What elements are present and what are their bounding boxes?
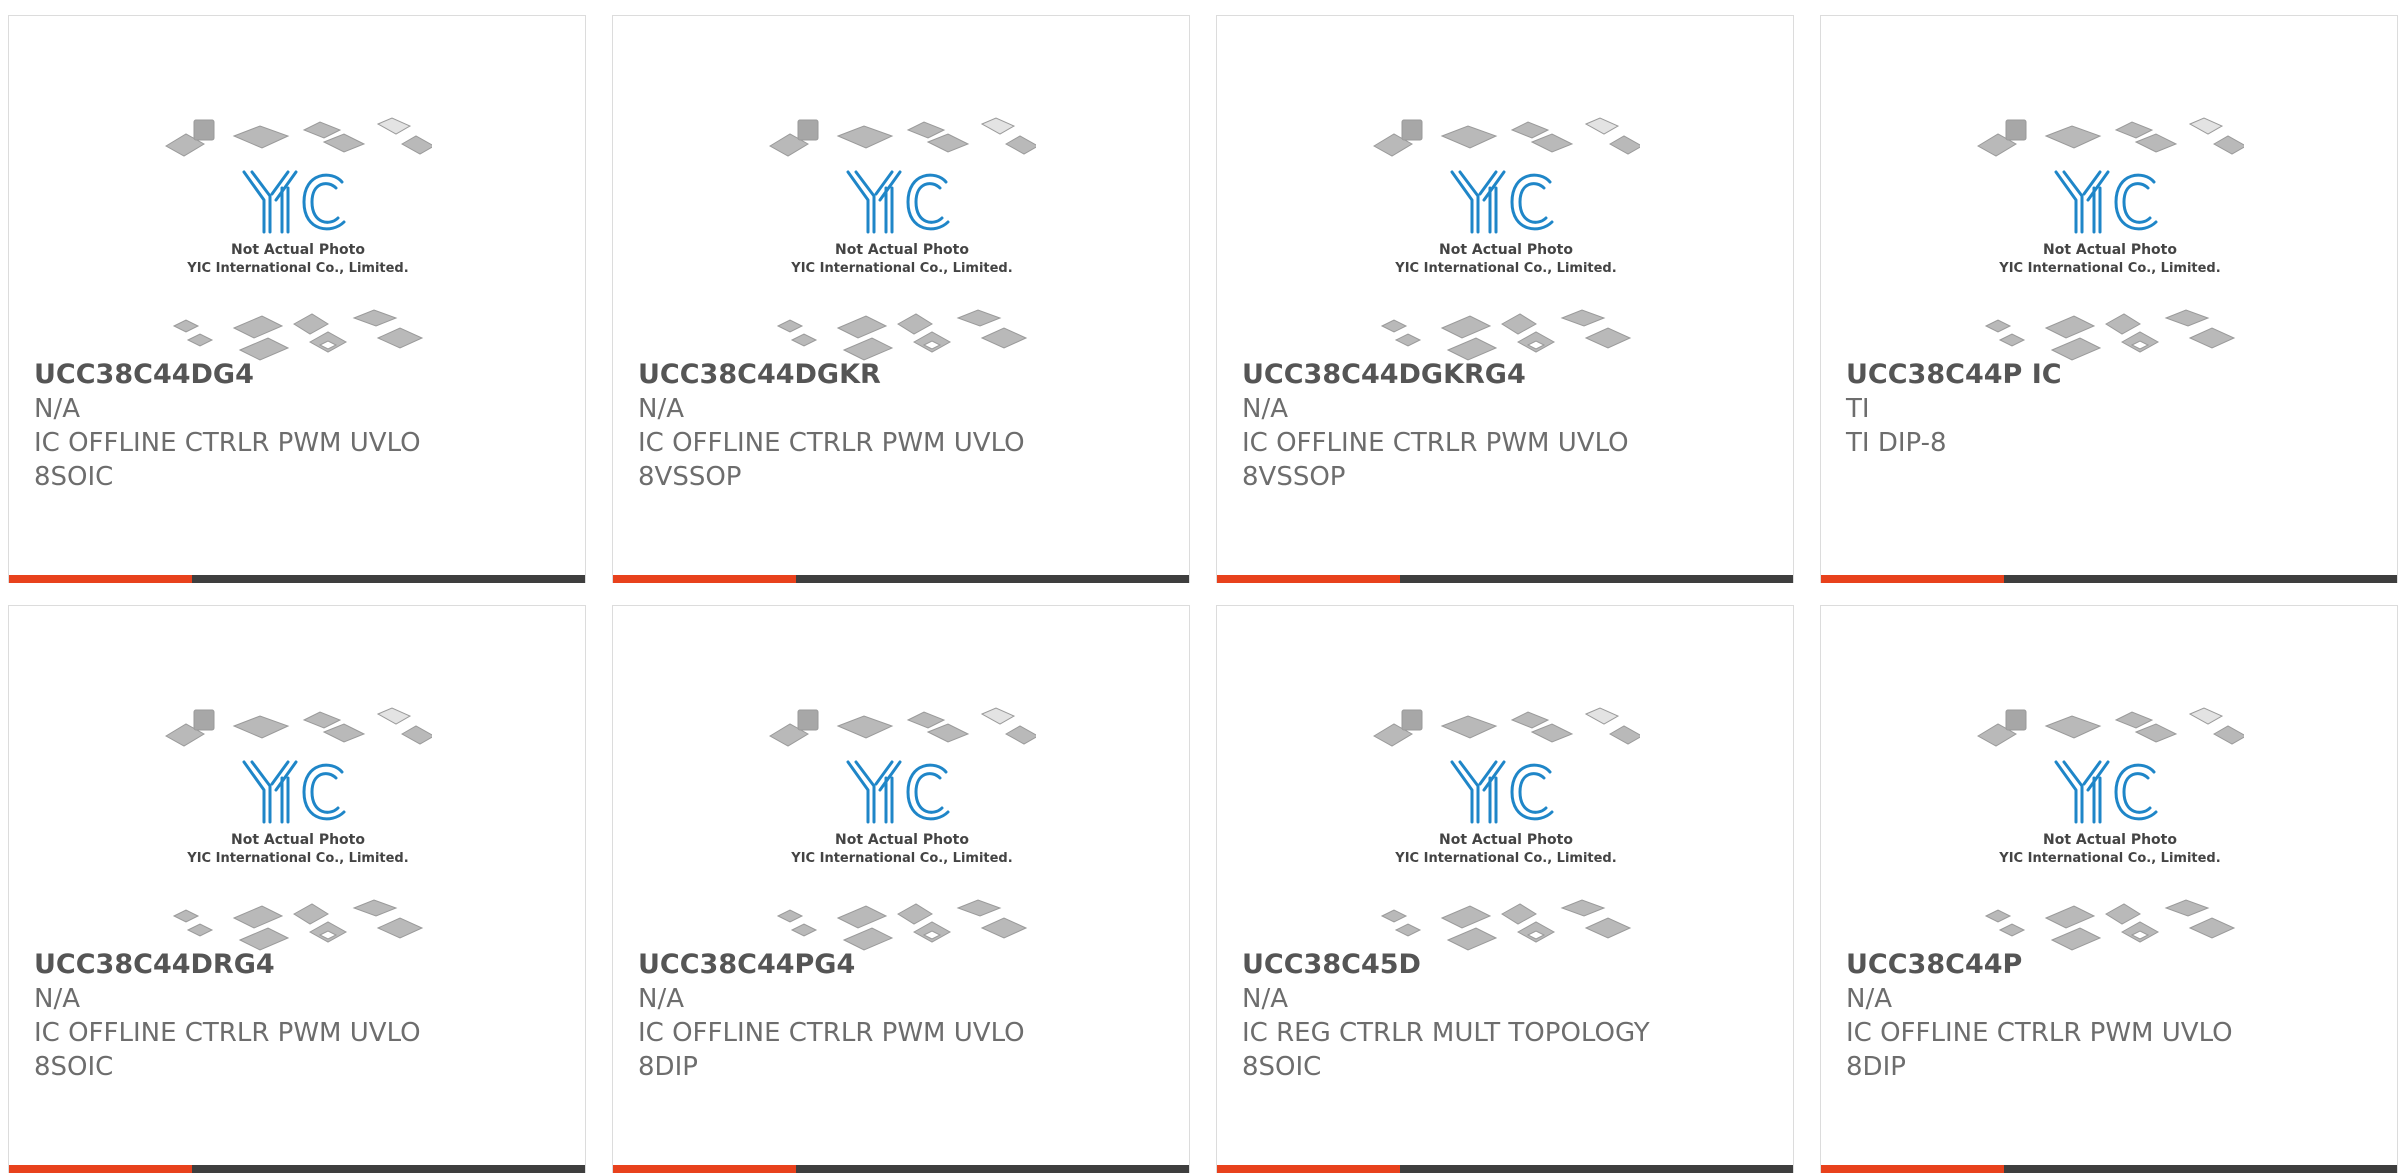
product-info: UCC38C44DG4 N/A IC OFFLINE CTRLR PWM UVL… xyxy=(34,358,565,494)
card-footer-accent xyxy=(1217,1165,1400,1173)
manufacturer: TI xyxy=(1846,394,1870,424)
product-info: UCC38C45D N/A IC REG CTRLR MULT TOPOLOGY… xyxy=(1242,948,1773,1084)
product-info: UCC38C44DRG4 N/A IC OFFLINE CTRLR PWM UV… xyxy=(34,948,565,1084)
not-actual-photo-image: Not Actual Photo YIC International Co., … xyxy=(1977,707,2244,951)
product-info: UCC38C44DGKR N/A IC OFFLINE CTRLR PWM UV… xyxy=(638,358,1169,494)
card-footer-accent xyxy=(613,575,796,583)
product-card[interactable]: Not Actual Photo YIC International Co., … xyxy=(8,15,586,583)
product-photo[interactable]: Not Actual Photo YIC International Co., … xyxy=(1976,694,2244,954)
description-line-1: IC OFFLINE CTRLR PWM UVLO xyxy=(34,1018,421,1048)
svg-text:YIC International Co., Limited: YIC International Co., Limited. xyxy=(186,851,408,866)
card-footer-bar xyxy=(9,575,585,583)
product-card[interactable]: Not Actual Photo YIC International Co., … xyxy=(1216,15,1794,583)
description-line-2: 8SOIC xyxy=(34,1052,114,1082)
product-card[interactable]: Not Actual Photo YIC International Co., … xyxy=(1216,605,1794,1173)
description-line-2: 8VSSOP xyxy=(1242,462,1346,492)
part-number[interactable]: UCC38C44DRG4 xyxy=(34,948,565,982)
product-photo[interactable]: Not Actual Photo YIC International Co., … xyxy=(1372,104,1640,364)
description-line-1: IC OFFLINE CTRLR PWM UVLO xyxy=(1846,1018,2233,1048)
manufacturer: N/A xyxy=(638,984,684,1014)
description-line-2: 8VSSOP xyxy=(638,462,742,492)
part-number[interactable]: UCC38C45D xyxy=(1242,948,1773,982)
svg-text:Not Actual Photo: Not Actual Photo xyxy=(231,832,365,848)
product-photo[interactable]: Not Actual Photo YIC International Co., … xyxy=(1372,694,1640,954)
card-footer-accent xyxy=(9,575,192,583)
svg-text:Not Actual Photo: Not Actual Photo xyxy=(231,242,365,258)
svg-text:Not Actual Photo: Not Actual Photo xyxy=(1439,832,1573,848)
svg-text:YIC International Co., Limited: YIC International Co., Limited. xyxy=(1394,261,1616,276)
card-footer-accent xyxy=(1821,1165,2004,1173)
not-actual-photo-image: Not Actual Photo YIC International Co., … xyxy=(165,117,432,361)
svg-text:YIC International Co., Limited: YIC International Co., Limited. xyxy=(1998,851,2220,866)
description-line-1: IC OFFLINE CTRLR PWM UVLO xyxy=(638,428,1025,458)
product-info: UCC38C44PG4 N/A IC OFFLINE CTRLR PWM UVL… xyxy=(638,948,1169,1084)
svg-text:YIC International Co., Limited: YIC International Co., Limited. xyxy=(186,261,408,276)
product-grid: Not Actual Photo YIC International Co., … xyxy=(0,0,2403,1173)
svg-text:Not Actual Photo: Not Actual Photo xyxy=(2043,832,2177,848)
part-number[interactable]: UCC38C44P IC xyxy=(1846,358,2377,392)
part-number[interactable]: UCC38C44PG4 xyxy=(638,948,1169,982)
not-actual-photo-image: Not Actual Photo YIC International Co., … xyxy=(769,117,1036,361)
not-actual-photo-image: Not Actual Photo YIC International Co., … xyxy=(1373,707,1640,951)
svg-text:YIC International Co., Limited: YIC International Co., Limited. xyxy=(790,261,1012,276)
description-line-2: 8SOIC xyxy=(1242,1052,1322,1082)
card-footer-accent xyxy=(1821,575,2004,583)
product-card[interactable]: Not Actual Photo YIC International Co., … xyxy=(612,15,1190,583)
card-footer-bar xyxy=(613,1165,1189,1173)
description-line-1: IC OFFLINE CTRLR PWM UVLO xyxy=(1242,428,1629,458)
card-footer-accent xyxy=(613,1165,796,1173)
product-card[interactable]: Not Actual Photo YIC International Co., … xyxy=(1820,605,2398,1173)
description-line-1: IC OFFLINE CTRLR PWM UVLO xyxy=(638,1018,1025,1048)
card-footer-bar xyxy=(1821,1165,2397,1173)
not-actual-photo-image: Not Actual Photo YIC International Co., … xyxy=(1373,117,1640,361)
part-number[interactable]: UCC38C44DGKR xyxy=(638,358,1169,392)
product-photo[interactable]: Not Actual Photo YIC International Co., … xyxy=(768,694,1036,954)
svg-text:YIC International Co., Limited: YIC International Co., Limited. xyxy=(1394,851,1616,866)
svg-text:Not Actual Photo: Not Actual Photo xyxy=(835,832,969,848)
manufacturer: N/A xyxy=(34,984,80,1014)
product-info: UCC38C44P IC TI TI DIP-8 xyxy=(1846,358,2377,460)
product-card[interactable]: Not Actual Photo YIC International Co., … xyxy=(8,605,586,1173)
svg-text:Not Actual Photo: Not Actual Photo xyxy=(1439,242,1573,258)
product-card[interactable]: Not Actual Photo YIC International Co., … xyxy=(612,605,1190,1173)
description-line-1: IC OFFLINE CTRLR PWM UVLO xyxy=(34,428,421,458)
product-photo[interactable]: Not Actual Photo YIC International Co., … xyxy=(164,104,432,364)
product-photo[interactable]: Not Actual Photo YIC International Co., … xyxy=(768,104,1036,364)
product-card[interactable]: Not Actual Photo YIC International Co., … xyxy=(1820,15,2398,583)
description-line-2: 8DIP xyxy=(1846,1052,1906,1082)
part-number[interactable]: UCC38C44DGKRG4 xyxy=(1242,358,1773,392)
card-footer-bar xyxy=(9,1165,585,1173)
card-footer-accent xyxy=(1217,575,1400,583)
not-actual-photo-image: Not Actual Photo YIC International Co., … xyxy=(769,707,1036,951)
part-number[interactable]: UCC38C44DG4 xyxy=(34,358,565,392)
description-line-2: 8DIP xyxy=(638,1052,698,1082)
description-line-1: IC REG CTRLR MULT TOPOLOGY xyxy=(1242,1018,1650,1048)
manufacturer: N/A xyxy=(638,394,684,424)
description-line-1: TI DIP-8 xyxy=(1846,428,1947,458)
part-number[interactable]: UCC38C44P xyxy=(1846,948,2377,982)
not-actual-photo-image: Not Actual Photo YIC International Co., … xyxy=(1977,117,2244,361)
svg-text:Not Actual Photo: Not Actual Photo xyxy=(835,242,969,258)
product-info: UCC38C44P N/A IC OFFLINE CTRLR PWM UVLO … xyxy=(1846,948,2377,1084)
product-info: UCC38C44DGKRG4 N/A IC OFFLINE CTRLR PWM … xyxy=(1242,358,1773,494)
svg-text:Not Actual Photo: Not Actual Photo xyxy=(2043,242,2177,258)
card-footer-bar xyxy=(613,575,1189,583)
card-footer-bar xyxy=(1217,575,1793,583)
not-actual-photo-image: Not Actual Photo YIC International Co., … xyxy=(165,707,432,951)
description-line-2: 8SOIC xyxy=(34,462,114,492)
product-photo[interactable]: Not Actual Photo YIC International Co., … xyxy=(1976,104,2244,364)
svg-text:YIC International Co., Limited: YIC International Co., Limited. xyxy=(1998,261,2220,276)
card-footer-accent xyxy=(9,1165,192,1173)
product-photo[interactable]: Not Actual Photo YIC International Co., … xyxy=(164,694,432,954)
card-footer-bar xyxy=(1217,1165,1793,1173)
card-footer-bar xyxy=(1821,575,2397,583)
manufacturer: N/A xyxy=(1846,984,1892,1014)
manufacturer: N/A xyxy=(1242,984,1288,1014)
manufacturer: N/A xyxy=(34,394,80,424)
manufacturer: N/A xyxy=(1242,394,1288,424)
svg-text:YIC International Co., Limited: YIC International Co., Limited. xyxy=(790,851,1012,866)
